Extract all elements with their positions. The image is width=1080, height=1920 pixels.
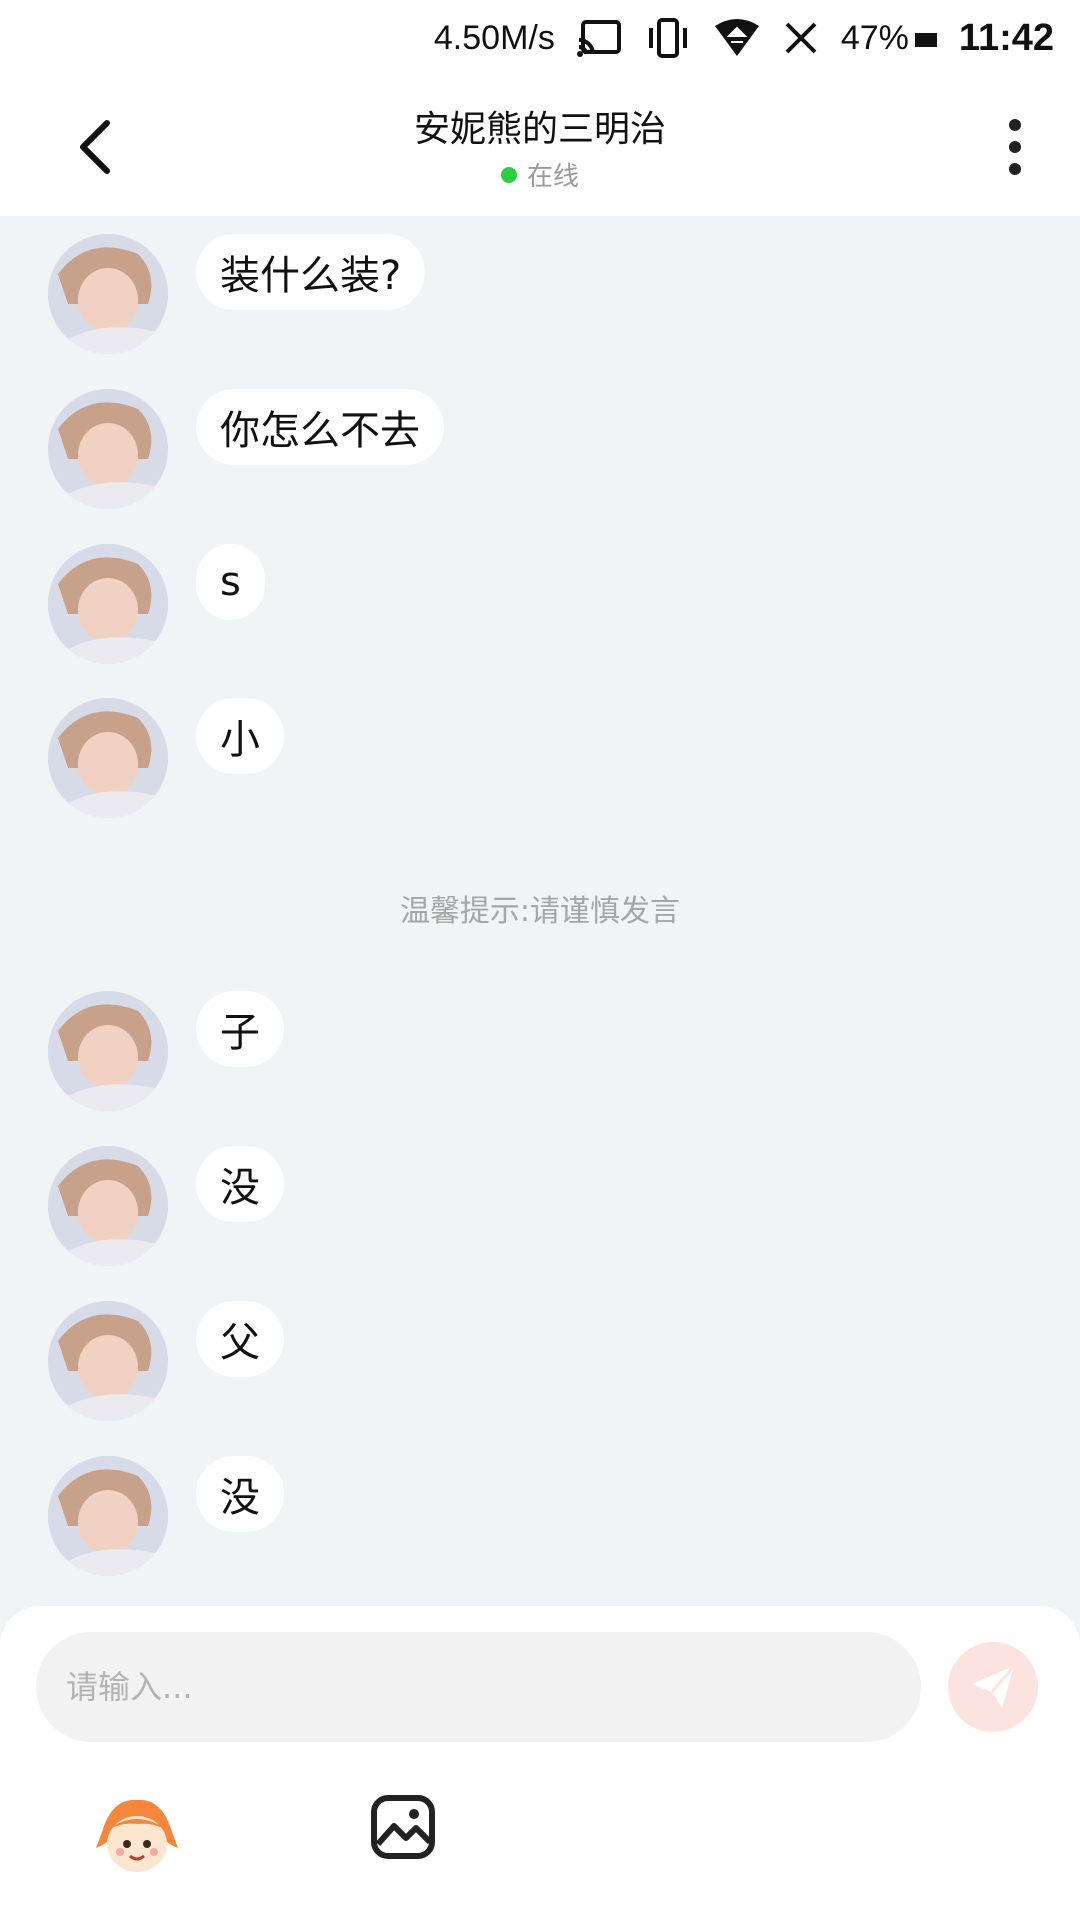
vibrate-icon: [645, 18, 691, 58]
cast-icon: [576, 18, 623, 58]
online-status: 在线: [0, 156, 1080, 193]
no-signal-icon: [783, 20, 819, 56]
avatar[interactable]: [48, 389, 168, 509]
chat-messages[interactable]: 装什么装? 你怎么不去 s 小 温馨提示:请谨慎发言 子 没 父 没: [0, 216, 1080, 1606]
avatar[interactable]: [48, 1146, 168, 1266]
chat-header: 安妮熊的三明治 在线: [0, 76, 1080, 216]
message-bubble[interactable]: 没: [196, 1146, 284, 1222]
battery-indicator: 47%: [841, 19, 937, 58]
page-title: 安妮熊的三明治: [413, 109, 666, 150]
avatar[interactable]: [48, 991, 168, 1111]
battery-percent: 47%: [840, 18, 909, 57]
message-row: 父: [48, 1301, 284, 1421]
message-row: 没: [48, 1456, 284, 1576]
message-row: 小: [48, 698, 284, 818]
message-bubble[interactable]: 没: [196, 1456, 284, 1532]
message-row: 装什么装?: [48, 234, 426, 354]
avatar[interactable]: [48, 544, 168, 664]
message-bubble[interactable]: 小: [196, 698, 284, 774]
battery-icon: [914, 32, 937, 47]
image-icon: [371, 1795, 435, 1859]
message-bubble[interactable]: 父: [196, 1301, 284, 1377]
safety-hint: 温馨提示:请谨慎发言: [399, 894, 681, 929]
emoji-button[interactable]: [92, 1792, 182, 1882]
more-options-button[interactable]: [980, 112, 1050, 182]
wifi-icon: [713, 18, 761, 58]
header-title-block: 安妮熊的三明治 在线: [0, 100, 1080, 193]
online-status-label: 在线: [526, 162, 579, 192]
avatar[interactable]: [48, 698, 168, 818]
more-dots-icon: [1009, 119, 1021, 175]
avatar[interactable]: [48, 1301, 168, 1421]
message-row: s: [48, 544, 265, 664]
avatar[interactable]: [48, 234, 168, 354]
message-bubble[interactable]: 装什么装?: [196, 234, 426, 310]
emoji-mascot-icon: [96, 1799, 178, 1872]
message-row: 子: [48, 991, 284, 1111]
send-icon: [972, 1665, 1016, 1708]
clock: 11:42: [958, 16, 1054, 59]
avatar[interactable]: [48, 1456, 168, 1576]
composer-panel: [0, 1606, 1080, 1920]
status-bar: 4.50M/s 47% 11:42: [0, 0, 1080, 76]
message-bubble[interactable]: 你怎么不去: [196, 389, 444, 465]
network-speed: 4.50M/s: [433, 18, 555, 57]
message-bubble[interactable]: s: [196, 544, 265, 620]
image-button[interactable]: [368, 1792, 438, 1862]
message-bubble[interactable]: 子: [196, 991, 284, 1067]
message-row: 没: [48, 1146, 284, 1266]
send-button[interactable]: [948, 1642, 1038, 1732]
message-row: 你怎么不去: [48, 389, 444, 509]
message-input[interactable]: [36, 1632, 921, 1742]
online-dot-icon: [500, 166, 517, 183]
